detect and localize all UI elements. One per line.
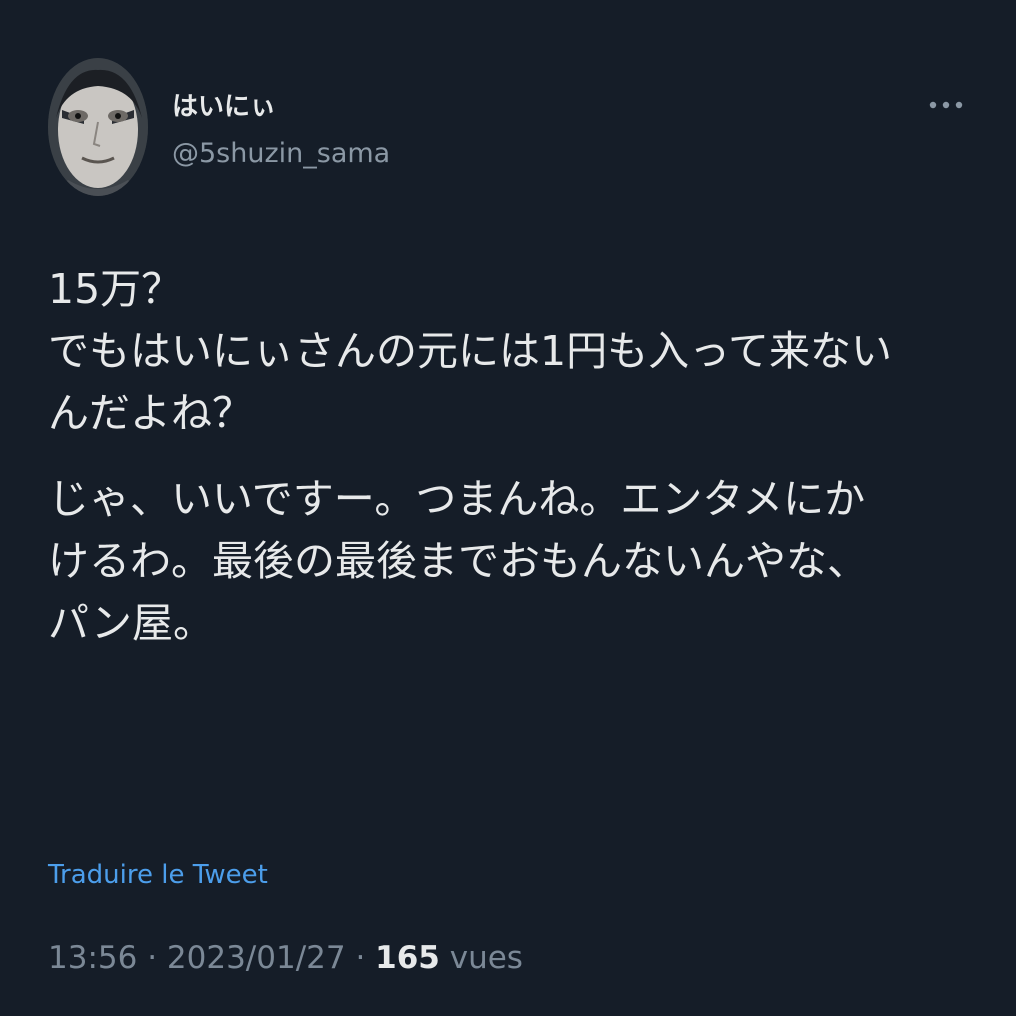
more-horizontal-icon: [929, 101, 963, 109]
tweet-card: はいにぃ @5shuzin_sama 15万？ でもはいにぃさんの元には1円も入…: [0, 0, 1016, 1016]
user-handle[interactable]: @5shuzin_sama: [172, 138, 390, 169]
views-label: vues: [439, 940, 523, 976]
tweet-meta: 13:56 · 2023/01/27 · 165 vues: [48, 940, 523, 976]
tweet-text: 15万？ でもはいにぃさんの元には1円も入って来ない んだよね？ じゃ、いいです…: [48, 258, 988, 678]
tweet-paragraph: 15万？ でもはいにぃさんの元には1円も入って来ない んだよね？: [48, 265, 893, 437]
tweet-paragraph: じゃ、いいですー。つまんね。エンタメにか けるわ。最後の最後までおもんないんやな…: [48, 475, 868, 647]
views-count: 165: [375, 940, 440, 976]
avatar-image: [48, 58, 148, 196]
meta-separator: ·: [137, 940, 167, 976]
display-name[interactable]: はいにぃ: [172, 86, 276, 123]
avatar[interactable]: [48, 58, 148, 196]
translate-tweet-link[interactable]: Traduire le Tweet: [48, 860, 268, 890]
meta-separator: ·: [345, 940, 376, 976]
tweet-date[interactable]: 2023/01/27: [167, 940, 346, 976]
more-options-button[interactable]: [922, 88, 970, 122]
tweet-time[interactable]: 13:56: [48, 940, 137, 976]
